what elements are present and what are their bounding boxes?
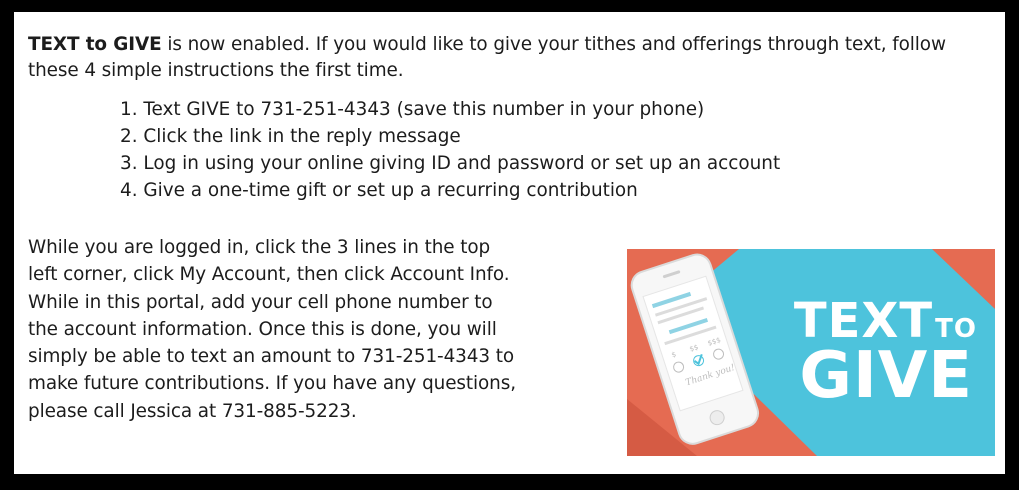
body-line: the account information. Once this is do… [28, 318, 497, 340]
body-line: simply be able to text an amount to 731-… [28, 346, 514, 368]
instruction-list: 1. Text GIVE to 731-251-4343 (save this … [120, 96, 780, 204]
body-line: please call Jessica at 731-885-5223. [28, 400, 357, 422]
body-line: While you are logged in, click the 3 lin… [28, 237, 491, 258]
instruction-step-3: 3. Log in using your online giving ID an… [120, 153, 781, 174]
text-to-give-banner: $ $$ $$$ Thank you! TEXTTO GIVE [627, 249, 995, 456]
body-line: left corner, click My Account, then clic… [28, 264, 510, 286]
instruction-step-4: 4. Give a one-time gift or set up a recu… [120, 180, 638, 201]
account-setup-paragraph: While you are logged in, click the 3 lin… [28, 234, 588, 425]
instruction-step-2: 2. Click the link in the reply message [120, 126, 461, 147]
instruction-step-1: 1. Text GIVE to 731-251-4343 (save this … [120, 99, 705, 120]
intro-text: is now enabled. If you would like to giv… [28, 34, 946, 81]
intro-paragraph: TEXT to GIVE is now enabled. If you woul… [28, 32, 988, 83]
body-line: While in this portal, add your cell phon… [28, 291, 493, 313]
text-to-give-highlight: TEXT to GIVE [28, 34, 162, 55]
banner-give-word: GIVE [799, 339, 973, 413]
announcement-card: TEXT to GIVE is now enabled. If you woul… [14, 12, 1005, 474]
body-line: make future contributions. If you have a… [28, 373, 516, 395]
